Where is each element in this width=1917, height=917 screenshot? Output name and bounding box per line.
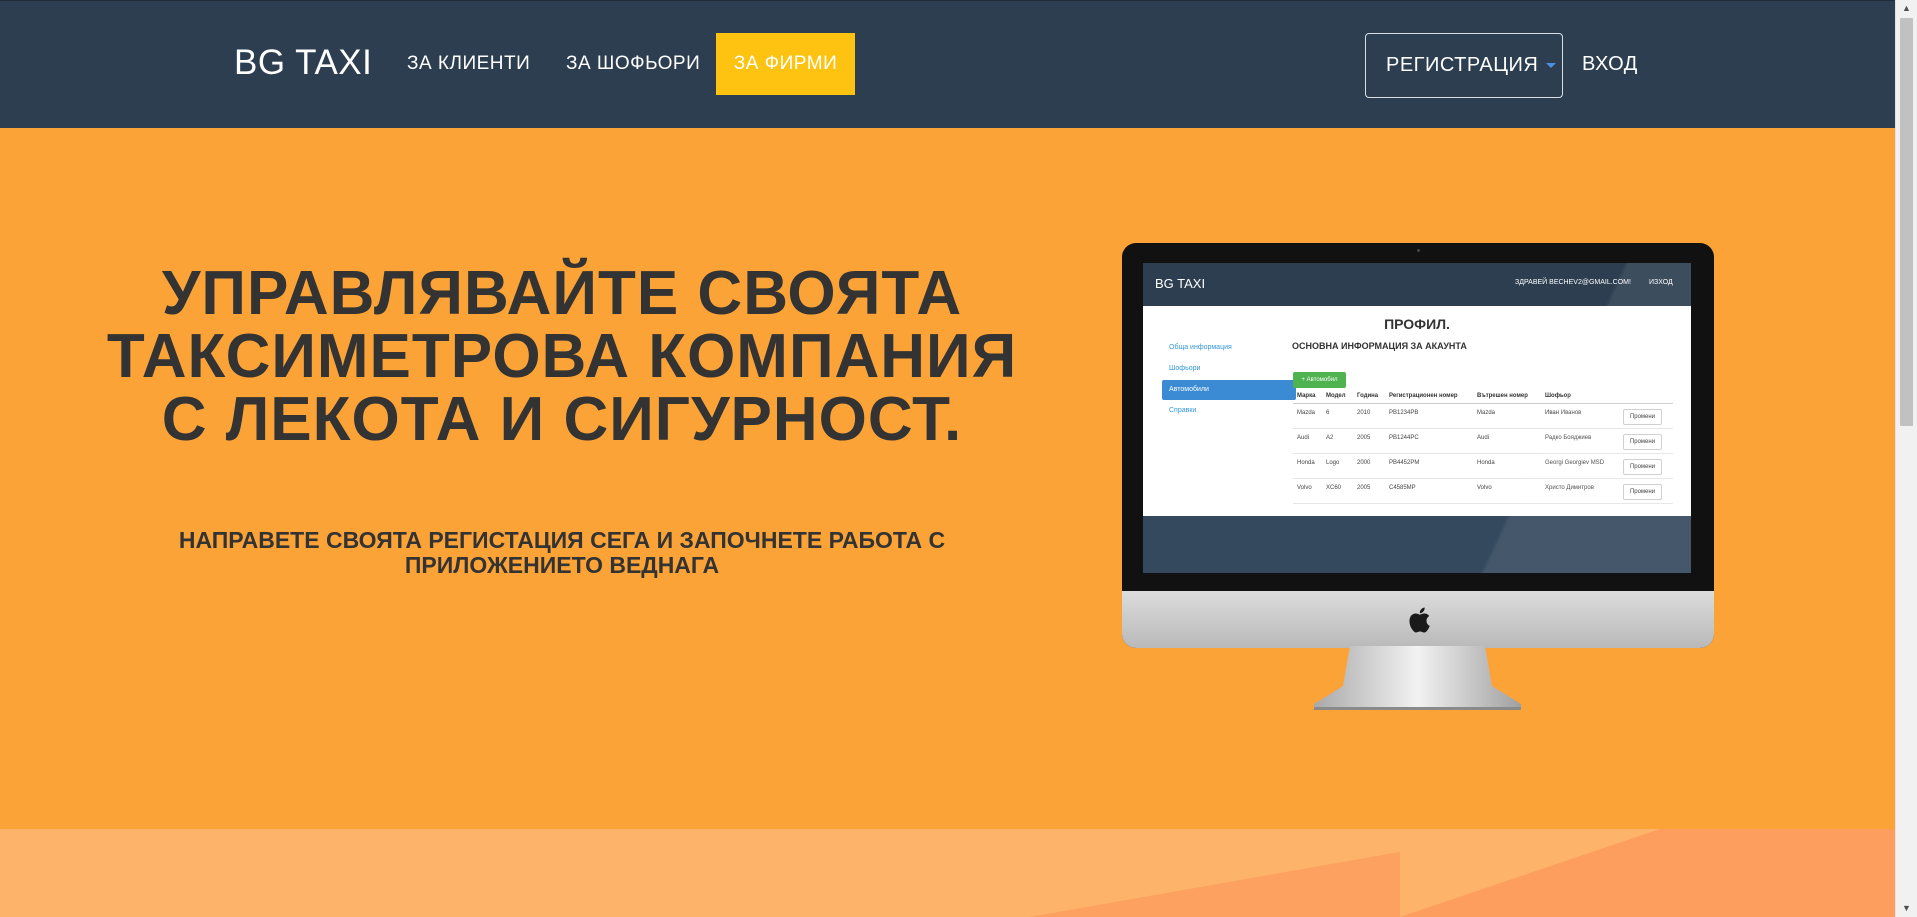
table-cell: A2 xyxy=(1326,435,1334,441)
monitor-stand xyxy=(1314,646,1521,710)
monitor-chin xyxy=(1122,591,1714,648)
nav-link-drivers[interactable]: ЗА ШОФЬОРИ xyxy=(547,33,719,95)
table-row: Honda Logo 2000 PB4452PM Honda Georgi Ge… xyxy=(1293,454,1673,479)
screen-logout: ИЗХОД xyxy=(1649,279,1673,286)
table-cell: Христо Димитров xyxy=(1545,485,1594,491)
table-cell: 2005 xyxy=(1357,485,1371,491)
monitor-mockup: BG TAXI ЗДРАВЕЙ BECHEV2@GMAIL.COM! ИЗХОД… xyxy=(1122,243,1714,648)
edit-button: Промени xyxy=(1623,434,1662,450)
edit-button: Промени xyxy=(1623,409,1662,425)
scroll-down-icon[interactable]: ▼ xyxy=(1896,900,1917,917)
apple-logo-icon xyxy=(1409,607,1430,633)
table-cell: C4585MP xyxy=(1389,485,1416,491)
table-header-cell: Модел xyxy=(1326,393,1346,399)
table-cell: 2010 xyxy=(1357,410,1371,416)
table-row: Volvo XC60 2005 C4585MP Volvo Христо Дим… xyxy=(1293,479,1673,504)
screen-profile-page: ПРОФИЛ. ОСНОВНА ИНФОРМАЦИЯ ЗА АКАУНТА Об… xyxy=(1143,306,1691,516)
caret-down-icon xyxy=(1546,63,1557,69)
hero-headline-line: С ЛЕКОТА И СИГУРНОСТ. xyxy=(161,385,963,454)
table-cell: XC60 xyxy=(1326,485,1342,491)
table-cell: 6 xyxy=(1326,410,1330,416)
table-cell: PB1234PB xyxy=(1389,410,1419,416)
screen-table-header: Марка Модел Година Регистрационен номер … xyxy=(1293,392,1673,404)
screen-navbar: BG TAXI ЗДРАВЕЙ BECHEV2@GMAIL.COM! ИЗХОД xyxy=(1143,263,1691,306)
monitor-screen: BG TAXI ЗДРАВЕЙ BECHEV2@GMAIL.COM! ИЗХОД… xyxy=(1143,263,1691,573)
brand-logo[interactable]: BG TAXI xyxy=(234,43,372,83)
table-cell: Mazda xyxy=(1297,410,1316,416)
table-cell: Honda xyxy=(1477,460,1495,466)
table-cell: Honda xyxy=(1297,460,1315,466)
screen-sidebar-item: Справки xyxy=(1169,407,1197,414)
table-header-cell: Шофьор xyxy=(1545,393,1571,399)
table-header-cell: Регистрационен номер xyxy=(1389,393,1458,399)
screen-title: ПРОФИЛ. xyxy=(1384,316,1450,332)
screen-sidebar-item-active: Автомобили xyxy=(1162,380,1296,400)
screen-subtitle: ОСНОВНА ИНФОРМАЦИЯ ЗА АКАУНТА xyxy=(1292,341,1467,351)
screen-sidebar-item: Обща информация xyxy=(1169,344,1232,351)
table-cell: 2005 xyxy=(1357,435,1371,441)
screen-footer xyxy=(1143,516,1691,573)
hero-subheading: НАПРАВЕТЕ СВОЯТА РЕГИСТАЦИЯ СЕГА И ЗАПОЧ… xyxy=(150,528,974,578)
hero-subheading-line: НАПРАВЕТЕ СВОЯТА РЕГИСТАЦИЯ СЕГА И ЗАПОЧ… xyxy=(178,527,946,553)
screen-table: Марка Модел Година Регистрационен номер … xyxy=(1293,392,1673,504)
scrollbar-thumb[interactable] xyxy=(1900,18,1913,426)
screen-brand: BG TAXI xyxy=(1155,276,1206,291)
table-row: Mazda 6 2010 PB1234PB Mazda Иван Иванов … xyxy=(1293,404,1673,429)
table-cell: 2000 xyxy=(1357,460,1371,466)
table-cell: Logo xyxy=(1326,460,1340,466)
screen-sidebar-item: Шофьори xyxy=(1169,365,1201,372)
table-cell: Audi xyxy=(1297,435,1310,441)
table-cell: PB4452PM xyxy=(1389,460,1420,466)
top-navbar: BG TAXI ЗА КЛИЕНТИ ЗА ШОФЬОРИ ЗА ФИРМИ Р… xyxy=(0,0,1895,128)
table-cell: Mazda xyxy=(1477,410,1496,416)
table-cell: Volvo xyxy=(1477,485,1492,491)
table-cell: PB1244PC xyxy=(1389,435,1419,441)
register-label: РЕГИСТРАЦИЯ xyxy=(1386,54,1539,76)
table-cell: Audi xyxy=(1477,435,1490,441)
hero-headline-line: УПРАВЛЯВАЙТЕ СВОЯТА xyxy=(161,259,963,328)
hero-subheading-line: ПРИЛОЖЕНИЕТО ВЕДНАГА xyxy=(404,552,720,578)
table-cell: Радко Бояджиев xyxy=(1545,435,1592,441)
register-dropdown[interactable]: РЕГИСТРАЦИЯ xyxy=(1365,33,1563,98)
band-shape xyxy=(1400,829,1660,917)
scroll-up-icon[interactable]: ▲ xyxy=(1896,0,1917,17)
edit-button: Промени xyxy=(1623,484,1662,500)
login-link[interactable]: ВХОД xyxy=(1582,33,1638,95)
hero-headline: УПРАВЛЯВАЙТЕ СВОЯТА ТАКСИМЕТРОВА КОМПАНИ… xyxy=(80,262,1044,451)
table-cell: Georgi Georgiev MSD xyxy=(1545,460,1605,466)
screen-greeting: ЗДРАВЕЙ BECHEV2@GMAIL.COM! xyxy=(1515,279,1631,286)
table-cell: Иван Иванов xyxy=(1545,410,1582,416)
table-header-cell: Година xyxy=(1357,393,1379,399)
edit-button: Промени xyxy=(1623,459,1662,475)
page-scrollbar[interactable]: ▲ ▼ xyxy=(1895,0,1917,917)
bottom-decorative-band xyxy=(0,829,1895,917)
hero-headline-line: ТАКСИМЕТРОВА КОМПАНИЯ xyxy=(106,322,1018,391)
table-cell: Volvo xyxy=(1297,485,1312,491)
table-header-cell: Вътрешен номер xyxy=(1477,393,1528,399)
screen-add-button: + Автомобил xyxy=(1293,372,1346,388)
nav-link-firms[interactable]: ЗА ФИРМИ xyxy=(716,33,855,95)
nav-link-clients[interactable]: ЗА КЛИЕНТИ xyxy=(388,33,549,95)
table-row: Audi A2 2005 PB1244PC Audi Радко Бояджие… xyxy=(1293,429,1673,454)
monitor-camera xyxy=(1417,249,1420,252)
table-header-cell: Марка xyxy=(1297,393,1316,399)
